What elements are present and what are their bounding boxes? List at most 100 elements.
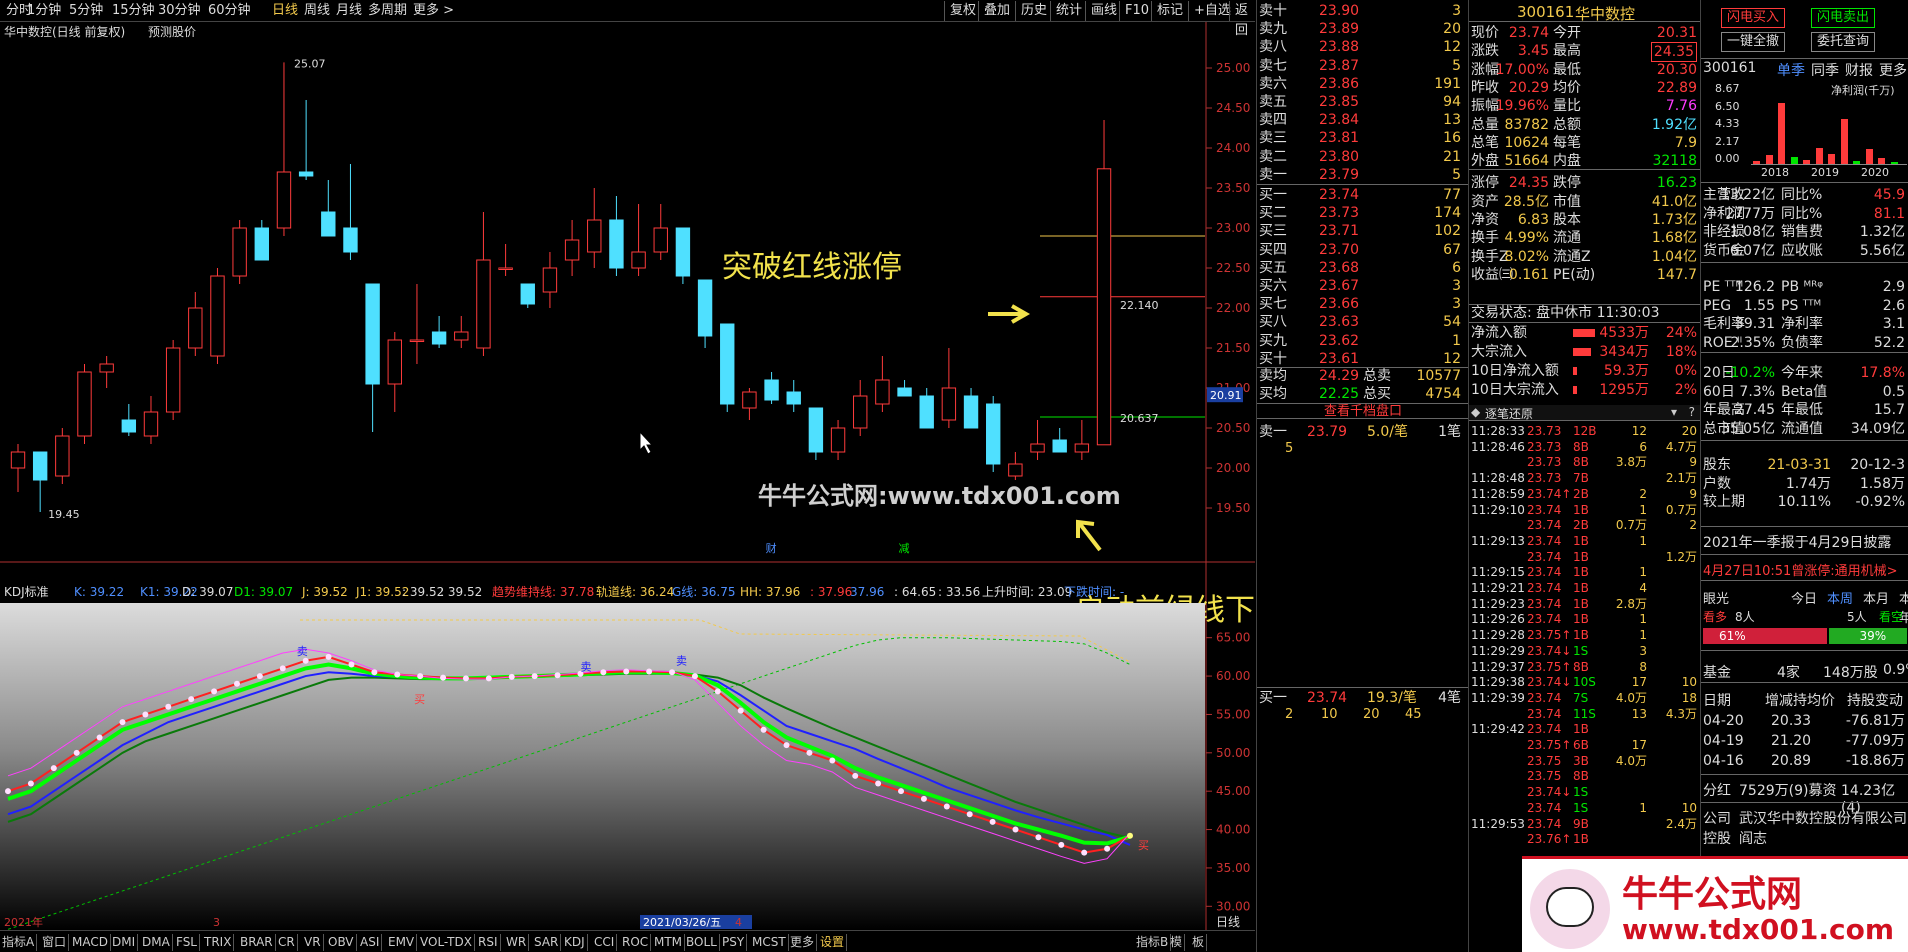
ask-row[interactable]: 卖四 23.84 13	[1257, 111, 1467, 129]
period-tab-5[interactable]: 60分钟	[206, 2, 253, 20]
bid-row[interactable]: 买四 23.70 67	[1257, 241, 1467, 259]
opinion-week[interactable]: 本周	[1827, 588, 1853, 607]
indicator-tab-11[interactable]: ASI	[358, 934, 383, 951]
bid-row[interactable]: 买八 23.63 54	[1257, 313, 1467, 331]
toolbar-button-6[interactable]: 标记	[1151, 1, 1188, 21]
indicator-tab-5[interactable]: FSL	[174, 934, 200, 951]
candle-body	[276, 171, 292, 229]
indicator-tab-23[interactable]: MCST	[750, 934, 789, 951]
ask-row[interactable]: 卖三 23.81 16	[1257, 129, 1467, 147]
indicator-tab-1[interactable]: 窗口	[40, 934, 70, 951]
indicator-tab-20[interactable]: MTM	[652, 934, 686, 951]
opinion-today[interactable]: 今日	[1791, 588, 1817, 607]
quote-row: 昨收 20.29 均价 22.89	[1469, 79, 1699, 97]
indicator-tab-14[interactable]: RSI	[476, 934, 501, 951]
indicator-tab-19[interactable]: ROC	[620, 934, 652, 951]
period-tab-1[interactable]: 1分钟	[25, 2, 63, 20]
indicator-tab-13[interactable]: VOL-TDX	[418, 934, 475, 951]
ask-row[interactable]: 卖五 23.85 94	[1257, 93, 1467, 111]
period-tab-4[interactable]: 30分钟	[156, 2, 203, 20]
kline-svg[interactable]: 华中数控(日线 前复权) 预测股价 25.00 24.50 24.00 23.50 23.0…	[0, 22, 1255, 930]
quote-value: 3.45	[1517, 43, 1549, 60]
fin-tab-3[interactable]: 更多	[1879, 60, 1907, 80]
ask-row[interactable]: 卖六 23.86 191	[1257, 75, 1467, 93]
flash-sell-button[interactable]: 闪电卖出	[1811, 8, 1875, 28]
bid-row[interactable]: 买一 23.74 77	[1257, 186, 1467, 204]
period-tab-2[interactable]: 5分钟	[67, 2, 105, 20]
fin-tab-2[interactable]: 财报	[1845, 60, 1873, 80]
ask-row[interactable]: 卖一 23.79 5	[1257, 166, 1467, 184]
ask-row[interactable]: 卖十 23.90 3	[1257, 2, 1467, 20]
indicator-tab-15[interactable]: WR	[504, 934, 530, 951]
kdj-point	[920, 795, 927, 802]
ask-row[interactable]: 卖二 23.80 21	[1257, 148, 1467, 166]
tick-col4: 2	[1689, 518, 1697, 533]
opinion-month[interactable]: 本月	[1863, 588, 1889, 607]
bid-row[interactable]: 买三 23.71 102	[1257, 222, 1467, 240]
indicator-tab-16[interactable]: SAR	[532, 934, 562, 951]
buy1-detail-item: 10	[1321, 707, 1338, 722]
right-divider	[1701, 352, 1908, 353]
bid-row[interactable]: 买二 23.73 174	[1257, 204, 1467, 222]
toolbar-button-2[interactable]: 历史	[1015, 1, 1052, 21]
indicator-tab-2[interactable]: MACD	[70, 934, 111, 951]
entrust-query-button[interactable]: 委托查询	[1811, 32, 1875, 52]
indicator-tab-3[interactable]: DMI	[110, 934, 139, 951]
period-tab-9[interactable]: 多周期	[366, 2, 409, 20]
tick-menu-icon[interactable]: ▾	[1671, 405, 1677, 419]
indicator-tab-6[interactable]: TRIX	[202, 934, 235, 951]
bid-row[interactable]: 买十 23.61 12	[1257, 350, 1467, 368]
indicator-right-tab-1[interactable]: 模	[1168, 934, 1186, 951]
indicator-tab-21[interactable]: BOLL	[684, 934, 720, 951]
toolbar-button-5[interactable]: F10	[1119, 1, 1154, 21]
indicator-tab-12[interactable]: EMV	[386, 934, 418, 951]
fin-tab-1[interactable]: 同季	[1811, 60, 1839, 80]
limit-note[interactable]: 4月27日10:51曾涨停:通用机械>	[1703, 560, 1898, 579]
toolbar-button-8[interactable]: 返回	[1229, 1, 1255, 38]
candle-body	[720, 323, 735, 405]
flow-label: 净流入额	[1471, 325, 1527, 341]
bid-row[interactable]: 买九 23.62 1	[1257, 332, 1467, 350]
indicator-tab-17[interactable]: KDJ	[562, 934, 588, 951]
ask-row[interactable]: 卖八 23.88 12	[1257, 38, 1467, 56]
indicator-tab-0[interactable]: 指标A	[0, 934, 38, 951]
kdj-tick-label: 55.00	[1216, 707, 1250, 721]
bid-row[interactable]: 买六 23.67 3	[1257, 277, 1467, 295]
fin-tab-0[interactable]: 单季	[1777, 60, 1805, 80]
thousand-depth-link[interactable]: 查看千档盘口	[1257, 403, 1468, 419]
ask-row[interactable]: 卖九 23.89 20	[1257, 20, 1467, 38]
period-tab-10[interactable]: 更多 >	[411, 2, 456, 20]
period-tab-7[interactable]: 周线	[302, 2, 332, 20]
bid-row[interactable]: 买七 23.66 3	[1257, 295, 1467, 313]
indicator-right-tab-0[interactable]: 指标B	[1134, 934, 1172, 951]
toolbar-button-1[interactable]: 叠加	[978, 1, 1015, 21]
indicator-tab-9[interactable]: VR	[302, 934, 324, 951]
cancel-all-button[interactable]: 一键全撤	[1721, 32, 1785, 52]
indicator-tab-7[interactable]: BRAR	[238, 934, 276, 951]
toolbar-button-3[interactable]: 统计	[1050, 1, 1087, 21]
bid-row[interactable]: 买五 23.68 6	[1257, 259, 1467, 277]
indicator-tab-18[interactable]: CCI	[592, 934, 618, 951]
ask-row[interactable]: 卖七 23.87 5	[1257, 57, 1467, 75]
indicator-tab-10[interactable]: OBV	[326, 934, 357, 951]
period-tab-3[interactable]: 15分钟	[110, 2, 157, 20]
toolbar-button-0[interactable]: 复权	[944, 1, 981, 21]
tick-help-icon[interactable]: ?	[1689, 405, 1695, 419]
indicator-tab-22[interactable]: PSY	[720, 934, 748, 951]
tick-time: 11:29:29	[1471, 643, 1525, 658]
indicator-tab-25[interactable]: 设置	[818, 934, 848, 951]
perf-row-label2: 今年来	[1781, 365, 1823, 381]
flash-buy-button[interactable]: 闪电买入	[1721, 8, 1785, 28]
ad-banner[interactable]: 牛牛公式网 www.tdx001.com	[1522, 856, 1908, 952]
indicator-tab-4[interactable]: DMA	[140, 934, 173, 951]
indicator-tab-24[interactable]: 更多	[788, 934, 818, 951]
indicator-tab-8[interactable]: CR	[276, 934, 298, 951]
period-tab-6[interactable]: 日线	[270, 2, 300, 20]
candle-body	[520, 283, 535, 305]
flow-row: 10日净流入额 59.3万 0%	[1469, 362, 1699, 380]
toolbar-button-4[interactable]: 画线	[1085, 1, 1122, 21]
kline-chart-area[interactable]: 华中数控(日线 前复权) 预测股价 25.00 24.50 24.00 23.50 23.0…	[0, 22, 1255, 930]
period-tab-8[interactable]: 月线	[334, 2, 364, 20]
tick-col3: 12	[1631, 424, 1647, 438]
indicator-right-tab-2[interactable]: 板	[1190, 934, 1208, 951]
